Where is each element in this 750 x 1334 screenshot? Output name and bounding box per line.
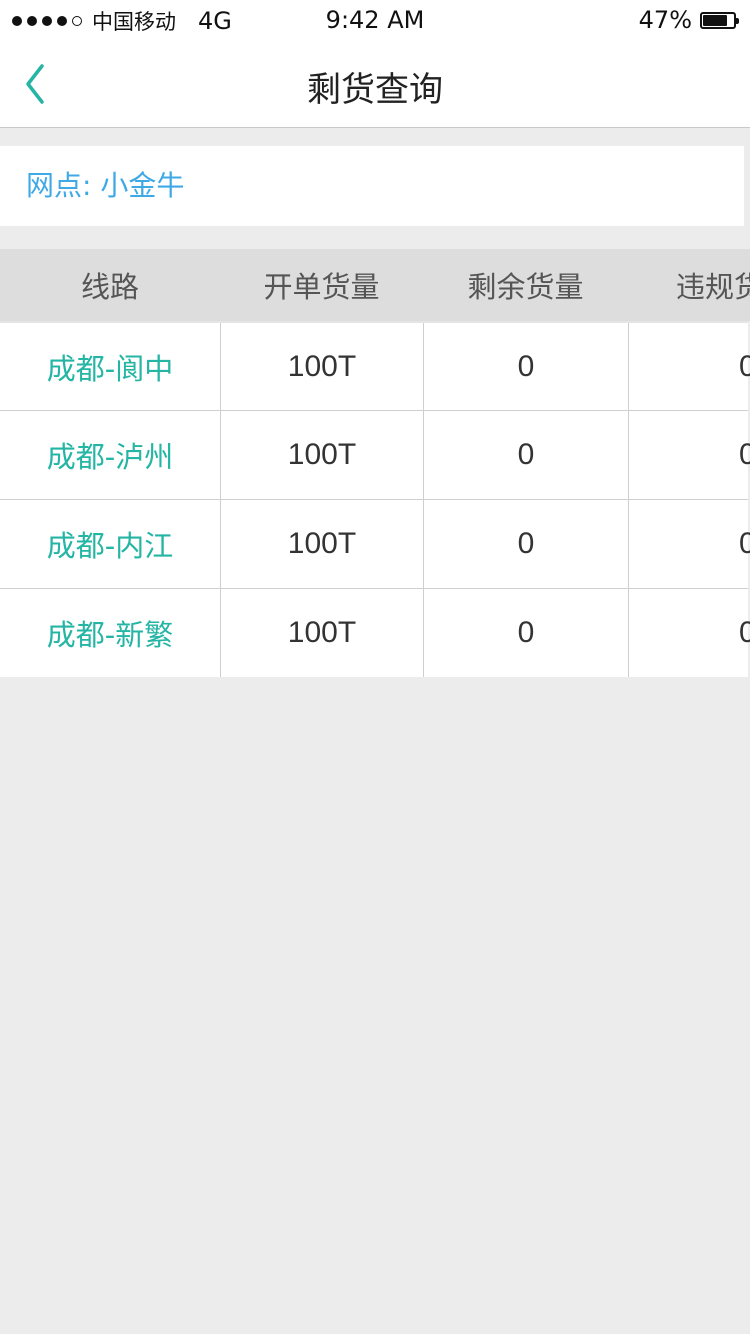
route-cell: 成都-阆中 bbox=[46, 351, 174, 386]
billed-cell: 100T bbox=[220, 411, 423, 499]
battery-fill bbox=[703, 14, 727, 26]
table-row[interactable]: 成都-泸州 100T 0 0 bbox=[0, 410, 750, 499]
header-remaining-volume: 剩余货量 bbox=[467, 270, 584, 304]
page-title: 剩货查询 bbox=[307, 70, 443, 110]
header-billed-volume: 开单货量 bbox=[263, 270, 380, 304]
billed-cell: 100T bbox=[220, 323, 423, 410]
header-route: 线路 bbox=[80, 270, 139, 304]
inventory-table: 线路 开单货量 剩余货量 违规货 成都-阆中 100T 0 0 成都-泸州 10… bbox=[0, 249, 750, 677]
table-body: 成都-阆中 100T 0 0 成都-泸州 100T 0 0 成都-内江 100T… bbox=[0, 321, 750, 677]
status-right: 47% bbox=[638, 6, 739, 34]
station-name: 小金牛 bbox=[100, 169, 185, 202]
battery-percent: 47% bbox=[638, 6, 692, 34]
station-info: 网点: 小金牛 bbox=[0, 146, 744, 226]
battery-icon bbox=[700, 11, 739, 29]
violation-cell: 0 bbox=[628, 500, 750, 588]
header-violation-volume: 违规货 bbox=[676, 270, 750, 304]
navigation-bar: 剩货查询 bbox=[0, 40, 750, 128]
remaining-cell: 0 bbox=[423, 589, 628, 677]
billed-cell: 100T bbox=[220, 589, 423, 677]
table-row[interactable]: 成都-阆中 100T 0 0 bbox=[0, 321, 750, 410]
status-bar: 中国移动 4G 9:42 AM 47% bbox=[0, 0, 750, 40]
violation-cell: 0 bbox=[628, 589, 750, 677]
violation-cell: 0 bbox=[628, 411, 750, 499]
status-time: 9:42 AM bbox=[325, 6, 425, 34]
route-cell: 成都-泸州 bbox=[46, 440, 174, 474]
table-row[interactable]: 成都-新繁 100T 0 0 bbox=[0, 588, 750, 677]
table-row[interactable]: 成都-内江 100T 0 0 bbox=[0, 499, 750, 588]
remaining-cell: 0 bbox=[423, 500, 628, 588]
remaining-cell: 0 bbox=[423, 323, 628, 410]
table-header: 线路 开单货量 剩余货量 违规货 bbox=[0, 249, 750, 321]
route-cell: 成都-新繁 bbox=[46, 618, 174, 652]
remaining-cell: 0 bbox=[423, 411, 628, 499]
violation-cell: 0 bbox=[628, 323, 750, 410]
station-label: 网点: bbox=[26, 169, 92, 202]
billed-cell: 100T bbox=[220, 500, 423, 588]
route-cell: 成都-内江 bbox=[46, 529, 174, 563]
